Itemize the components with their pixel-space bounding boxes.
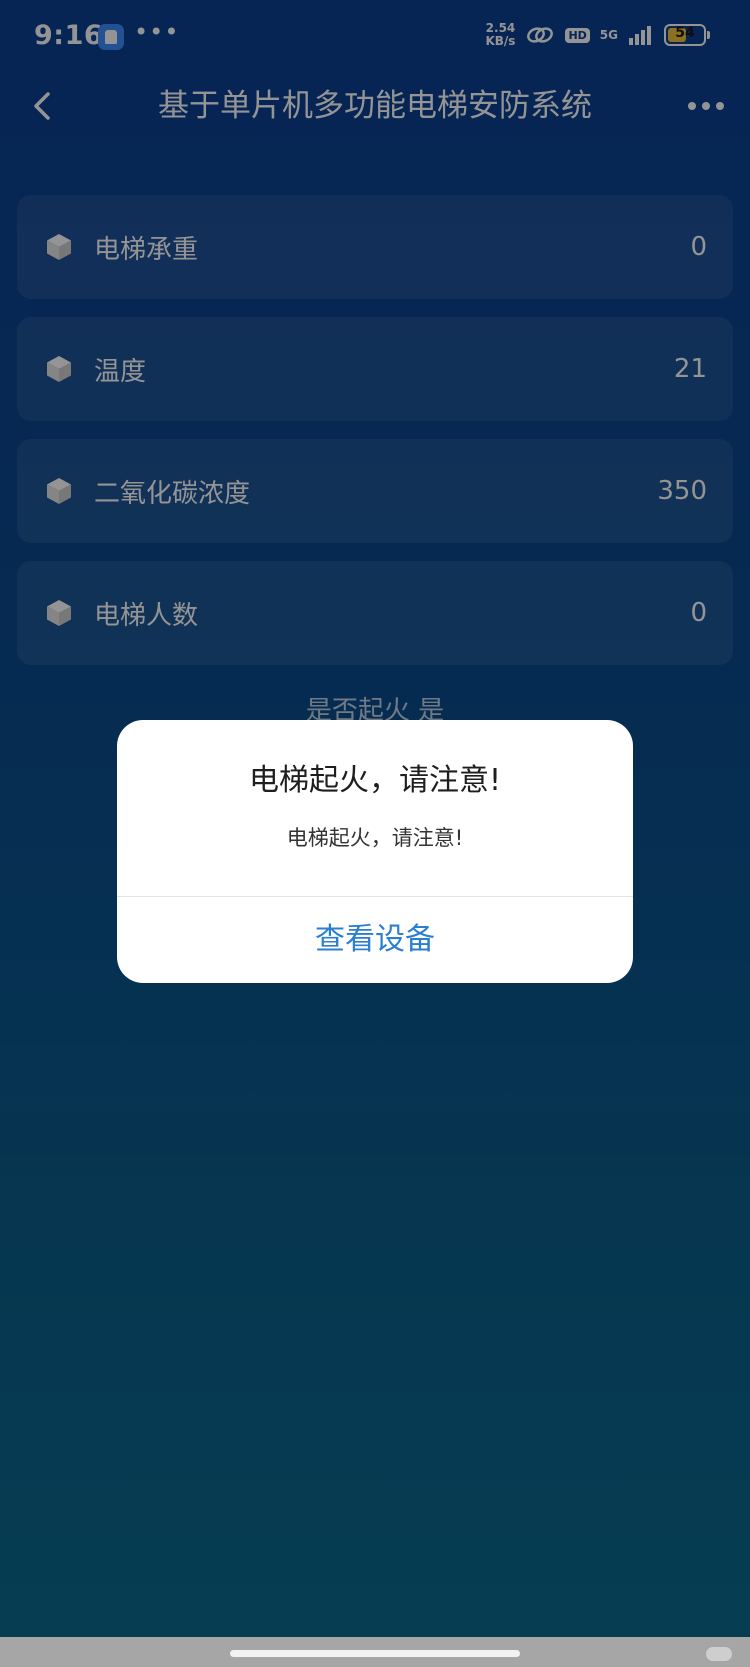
home-indicator[interactable] <box>230 1650 520 1657</box>
alert-dialog: 电梯起火，请注意! 电梯起火，请注意! 查看设备 <box>117 720 633 983</box>
dialog-title: 电梯起火，请注意! <box>248 763 502 798</box>
view-device-button[interactable]: 查看设备 <box>117 897 633 983</box>
corner-badge-icon <box>706 1647 732 1661</box>
dialog-message: 电梯起火，请注意! <box>286 826 464 850</box>
screen: 9:16 ••• 2.54 KB/s HD 5G 54 基于单片机多功能电梯安防… <box>0 0 750 1667</box>
